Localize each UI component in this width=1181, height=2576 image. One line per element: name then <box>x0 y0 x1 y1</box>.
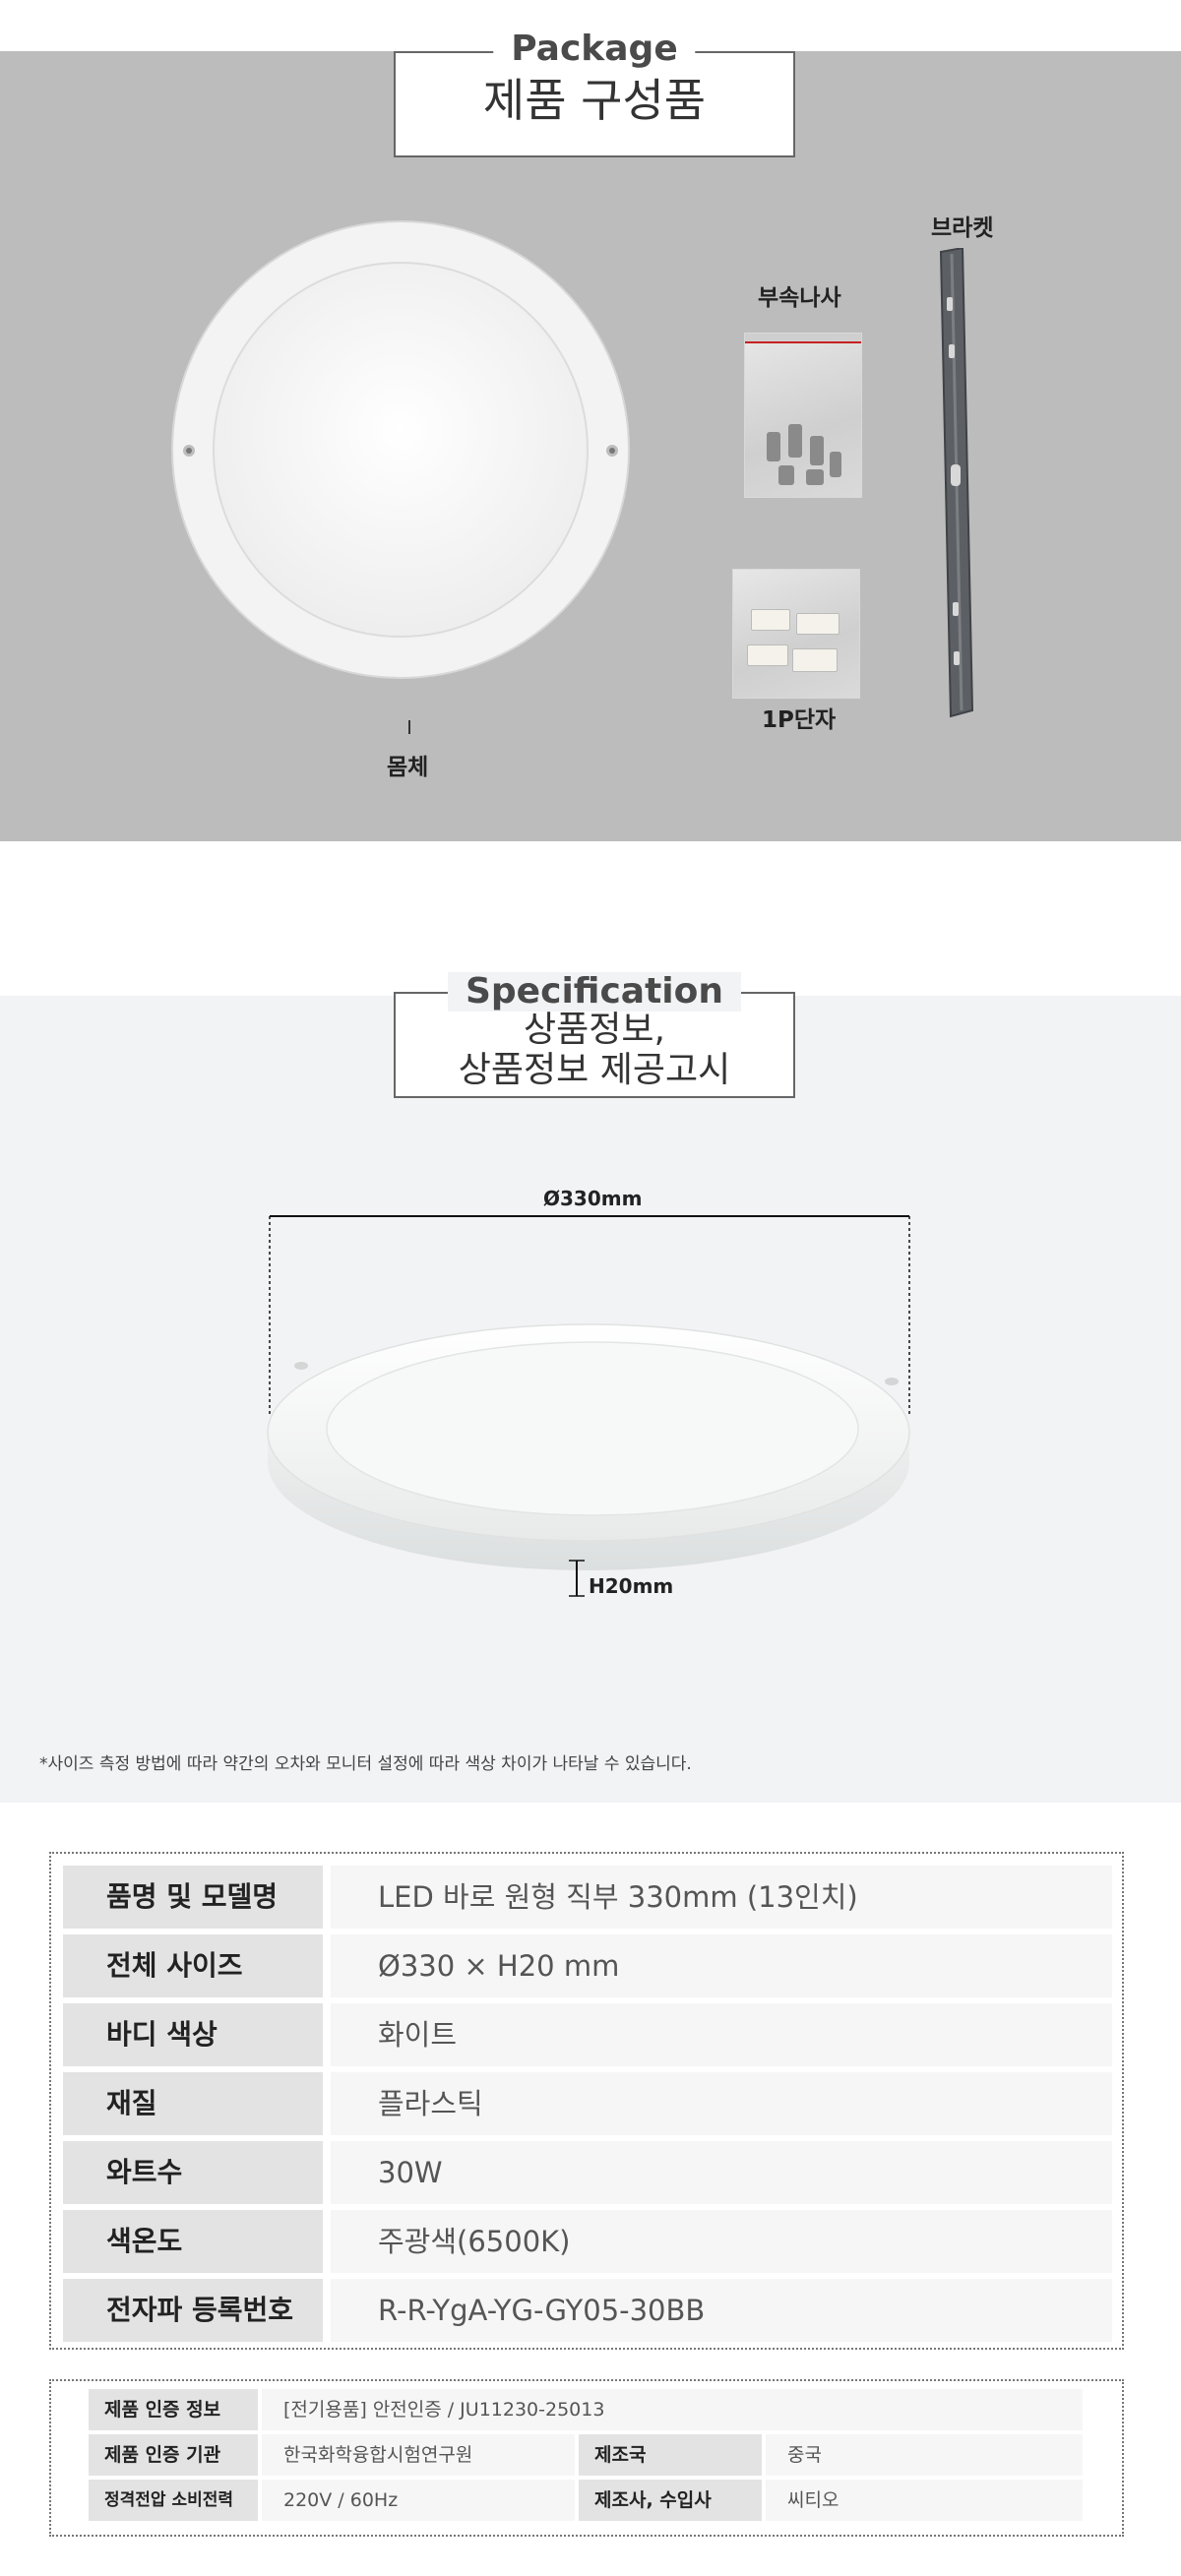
terminal-bag-image <box>732 569 860 699</box>
cert-value: [전기용품] 안전인증 / JU11230-25013 <box>262 2389 1083 2430</box>
spec-key: 와트수 <box>63 2141 323 2204</box>
specification-title-line1: 상품정보, <box>524 1010 665 1050</box>
cert-value: 씨티오 <box>766 2480 1083 2521</box>
spec-value: LED 바로 원형 직부 330mm (13인치) <box>331 1866 1112 1929</box>
lamp-side-view-image <box>267 1215 910 1597</box>
screws-label: 부속나사 <box>758 285 841 311</box>
cert-row-power: 정격전압 소비전력 220V / 60Hz 제조사, 수입사 씨티오 <box>89 2480 1083 2521</box>
spec-key: 품명 및 모델명 <box>63 1866 323 1929</box>
spec-table: 품명 및 모델명 LED 바로 원형 직부 330mm (13인치) 전체 사이… <box>49 1852 1124 2350</box>
bracket-label: 브라켓 <box>931 215 994 241</box>
specification-title-en: Specification <box>447 972 742 1012</box>
package-title-en: Package <box>493 30 696 69</box>
cert-value: 한국화학융합시험연구원 <box>262 2434 575 2476</box>
spec-value: Ø330 × H20 mm <box>331 1934 1112 1997</box>
package-title-box: Package 제품 구성품 <box>394 30 795 157</box>
cert-row-info: 제품 인증 정보 [전기용품] 안전인증 / JU11230-25013 <box>89 2389 1083 2430</box>
spec-row-emc-number: 전자파 등록번호 R-R-YgA-YG-GY05-30BB <box>63 2279 1112 2342</box>
cert-key: 정격전압 소비전력 <box>89 2480 258 2521</box>
bracket-image <box>939 248 974 718</box>
size-disclaimer: *사이즈 측정 방법에 따라 약간의 오차와 모니터 설정에 따라 색상 차이가… <box>39 1754 692 1774</box>
cert-row-org: 제품 인증 기관 한국화학융합시험연구원 제조국 중국 <box>89 2434 1083 2476</box>
spec-row-color: 바디 색상 화이트 <box>63 2003 1112 2066</box>
spec-value: 플라스틱 <box>331 2072 1112 2135</box>
cert-key: 제품 인증 기관 <box>89 2434 258 2476</box>
spec-row-material: 재질 플라스틱 <box>63 2072 1112 2135</box>
cert-key: 제조사, 수입사 <box>579 2480 762 2521</box>
spec-value: 화이트 <box>331 2003 1112 2066</box>
spec-value: 30W <box>331 2141 1112 2204</box>
spec-key: 색온도 <box>63 2210 323 2273</box>
diameter-label: Ø330mm <box>543 1187 643 1210</box>
screws-bag-image <box>744 333 862 498</box>
spec-key: 전체 사이즈 <box>63 1934 323 1997</box>
cert-value: 220V / 60Hz <box>262 2480 575 2521</box>
height-label: H20mm <box>589 1574 674 1598</box>
spec-row-color-temp: 색온도 주광색(6500K) <box>63 2210 1112 2273</box>
spec-key: 재질 <box>63 2072 323 2135</box>
cert-table: 제품 인증 정보 [전기용품] 안전인증 / JU11230-25013 제품 … <box>49 2379 1124 2537</box>
spec-value: 주광색(6500K) <box>331 2210 1112 2273</box>
cert-key: 제조국 <box>579 2434 762 2476</box>
cert-key: 제품 인증 정보 <box>89 2389 258 2430</box>
spec-key: 전자파 등록번호 <box>63 2279 323 2342</box>
specification-title-box: Specification 상품정보, 상품정보 제공고시 <box>394 972 795 1098</box>
spec-row-size: 전체 사이즈 Ø330 × H20 mm <box>63 1934 1112 1997</box>
terminal-label: 1P단자 <box>762 707 837 733</box>
cert-value: 중국 <box>766 2434 1083 2476</box>
lamp-body-image <box>171 220 630 679</box>
spec-row-model: 품명 및 모델명 LED 바로 원형 직부 330mm (13인치) <box>63 1866 1112 1929</box>
specification-title-line2: 상품정보 제공고시 <box>458 1050 731 1091</box>
body-label: 몸체 <box>387 755 429 780</box>
body-leader-line <box>408 720 410 734</box>
spec-value: R-R-YgA-YG-GY05-30BB <box>331 2279 1112 2342</box>
spec-row-wattage: 와트수 30W <box>63 2141 1112 2204</box>
spec-key: 바디 색상 <box>63 2003 323 2066</box>
